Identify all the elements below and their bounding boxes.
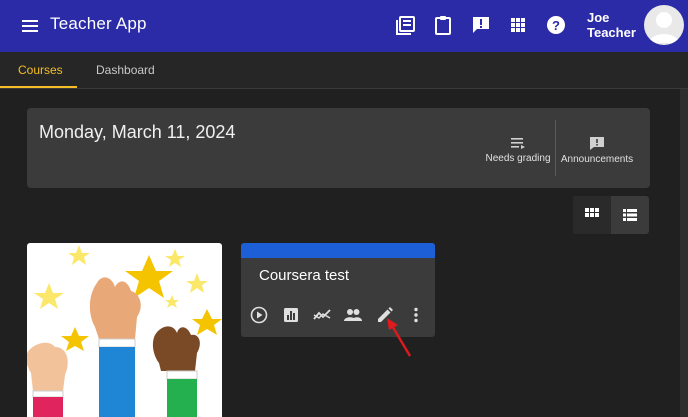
needs-grading-button[interactable]: Needs grading (483, 136, 553, 168)
course-title[interactable]: Coursera test (259, 267, 349, 284)
grid-view-icon (585, 208, 599, 217)
course-color-band (241, 243, 435, 258)
play-icon[interactable] (250, 306, 268, 324)
hands-stars-illustration (27, 245, 222, 417)
announcements-label: Announcements (560, 154, 634, 165)
app-header: Teacher App ? Joe Teacher (0, 0, 688, 52)
library-books-icon[interactable] (395, 14, 417, 36)
user-name: Joe Teacher (587, 10, 636, 40)
tab-dashboard[interactable]: Dashboard (96, 63, 155, 77)
tab-bar: Courses Dashboard (0, 52, 688, 89)
announcements-button[interactable]: Announcements (560, 136, 634, 168)
course-illustration[interactable] (27, 243, 222, 417)
announcement-icon (590, 137, 604, 150)
needs-grading-label: Needs grading (485, 153, 551, 164)
list-view-button[interactable] (611, 196, 649, 234)
divider (555, 120, 556, 176)
grading-list-icon (511, 138, 525, 149)
menu-icon[interactable] (20, 16, 40, 36)
trending-icon[interactable] (313, 306, 331, 324)
feedback-icon[interactable] (470, 14, 492, 36)
clipboard-icon[interactable] (432, 14, 454, 36)
avatar[interactable] (644, 5, 684, 45)
date-bar: Monday, March 11, 2024 Needs grading Ann… (27, 108, 650, 188)
current-date: Monday, March 11, 2024 (39, 122, 236, 142)
apps-grid-icon[interactable] (507, 14, 529, 36)
scrollbar[interactable] (680, 89, 688, 417)
list-view-icon (623, 209, 637, 221)
chart-icon[interactable] (282, 306, 300, 324)
help-icon[interactable]: ? (545, 14, 567, 36)
view-toggle (573, 196, 649, 234)
annotation-arrow-icon (387, 318, 412, 357)
active-tab-indicator (0, 86, 77, 88)
svg-text:?: ? (552, 18, 560, 33)
person-icon (649, 12, 679, 43)
tab-courses[interactable]: Courses (18, 63, 63, 77)
grid-view-button[interactable] (573, 196, 611, 234)
app-title: Teacher App (50, 14, 147, 33)
people-icon[interactable] (344, 306, 362, 324)
